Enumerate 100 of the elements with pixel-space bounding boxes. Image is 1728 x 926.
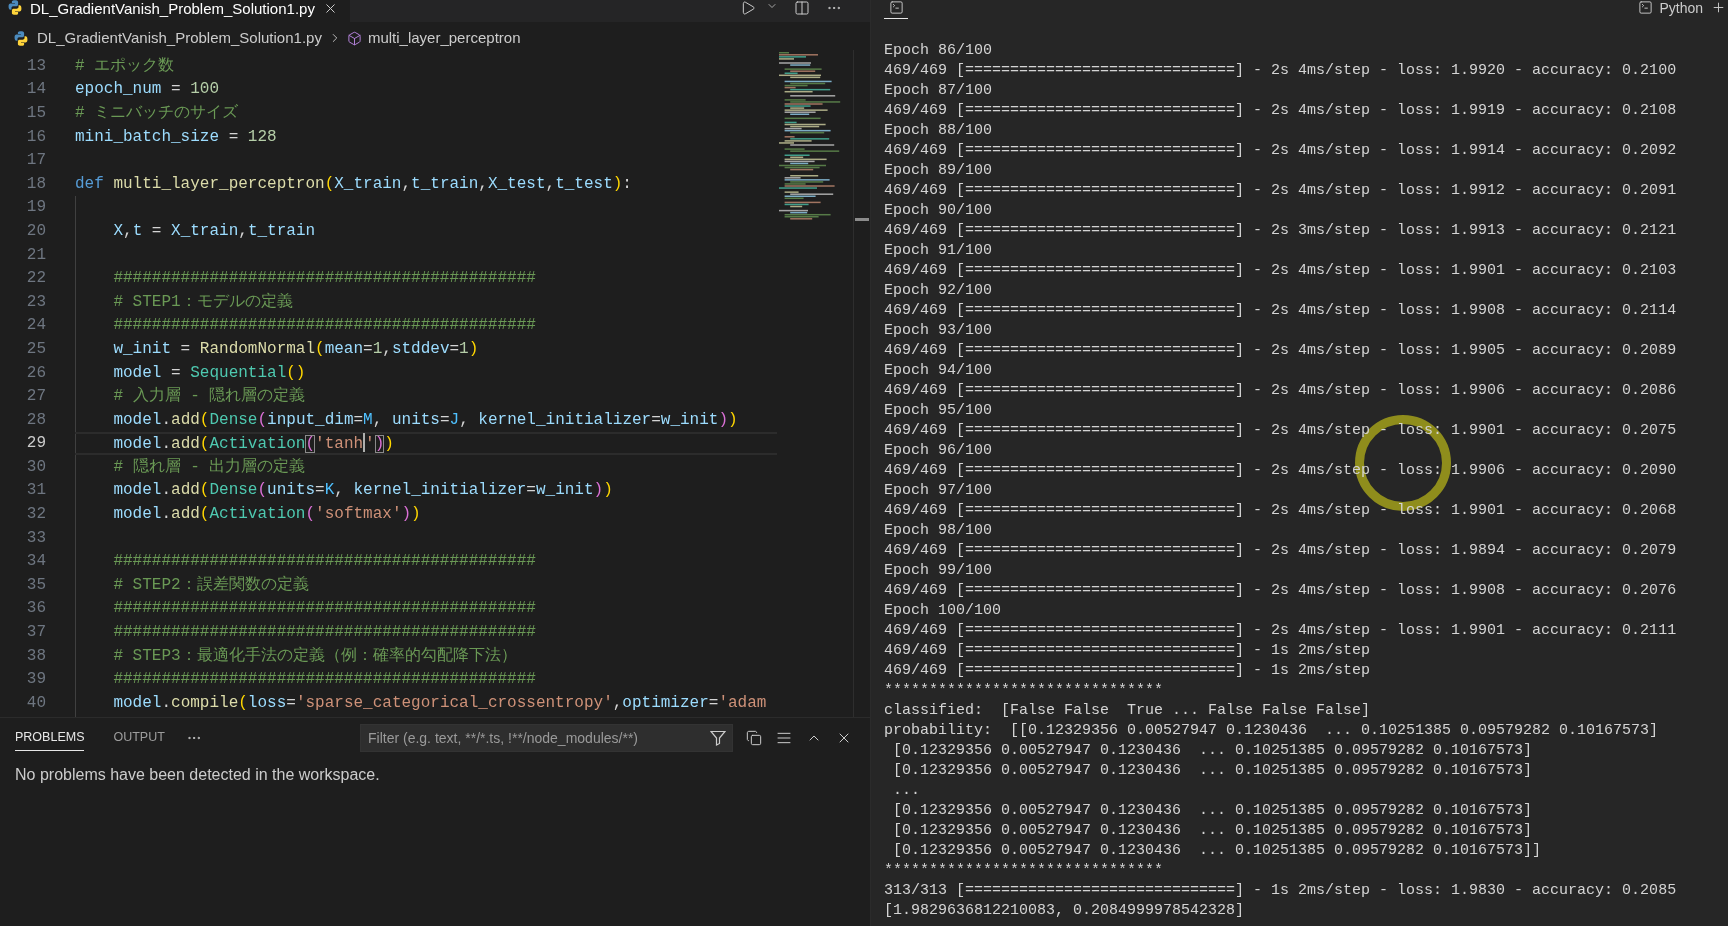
line-number: 17 — [26, 150, 46, 171]
terminal-line: 469/469 [==============================] - 2s 4ms/step - loss: 1.9901 - accuracy: 0.2103 — [884, 261, 1677, 281]
terminal-profile-button[interactable]: Python — [1638, 0, 1703, 16]
code-line: # STEP1：モデルの定義 — [112, 291, 293, 312]
code-line: # ミニバッチのサイズ — [75, 103, 239, 123]
line-number: 24 — [26, 315, 46, 336]
terminal-line: 469/469 [==============================] - 2s 4ms/step - loss: 1.9894 - accuracy: 0.2079 — [884, 541, 1677, 561]
line-number: 23 — [26, 291, 46, 312]
python-file-icon — [14, 30, 28, 46]
line-number: 35 — [26, 574, 46, 595]
code-line: # 入力層 - 隠れ層の定義 — [112, 386, 306, 407]
code-line: ############################################ — [112, 551, 536, 572]
editor-tab[interactable]: DL_GradientVanish_Problem_Solution1.py — [0, 0, 350, 22]
line-number: 32 — [26, 504, 46, 525]
line-number: 22 — [26, 268, 46, 289]
terminal-line: Epoch 89/100 — [884, 161, 993, 181]
terminal-line: [0.12329356 0.00527947 0.1230436 ... 0.10251385 0.09579282 0.10167573] — [892, 801, 1533, 821]
code-line: model.add(Activation('softmax')) — [112, 504, 421, 525]
terminal-line: 469/469 [==============================] - 2s 4ms/step - loss: 1.9901 - accuracy: 0.2068 — [884, 501, 1677, 521]
terminal-line: Epoch 94/100 — [884, 361, 993, 381]
line-number: 14 — [26, 79, 46, 100]
breadcrumb-item[interactable]: DL_GradientVanish_Problem_Solution1.py — [37, 29, 322, 47]
terminal-line: Epoch 100/100 — [884, 601, 1002, 621]
terminal-line: Epoch 96/100 — [884, 441, 993, 461]
panel-tab[interactable]: PROBLEMS — [15, 725, 85, 751]
terminal-line: 469/469 [==============================] - 2s 4ms/step - loss: 1.9914 - accuracy: 0.2092 — [884, 141, 1677, 161]
terminal-line: 469/469 [==============================] - 2s 4ms/step - loss: 1.9905 - accuracy: 0.2089 — [884, 341, 1677, 361]
line-number: 16 — [26, 126, 46, 147]
terminal-line: Epoch 88/100 — [884, 121, 993, 141]
add-icon[interactable] — [1711, 0, 1726, 15]
panel-tab[interactable]: OUTPUT — [113, 725, 165, 751]
code-line: ############################################ — [112, 622, 536, 643]
filter-field[interactable]: Filter (e.g. text, **/*.ts, !**/node_modules/**) — [360, 724, 733, 752]
terminal-tab[interactable] — [884, 0, 908, 19]
python-file-icon — [8, 0, 22, 15]
line-number: 30 — [26, 456, 46, 477]
terminal-line: 469/469 [==============================] - 2s 4ms/step - loss: 1.9919 - accuracy: 0.2108 — [884, 101, 1677, 121]
terminal-line: probability: [[0.12329356 0.00527947 0.1230436 ... 0.10251385 0.09579282 0.10167573] — [884, 721, 1659, 741]
line-number: 38 — [26, 645, 46, 666]
terminal-line: 313/313 [==============================] - 1s 2ms/step - loss: 1.9830 - accuracy: 0.2085 — [884, 881, 1677, 901]
code-line: model.compile(loss='sparse_categorical_crossentropy',optimizer='adam — [112, 692, 767, 713]
scroll-marker-icon — [855, 218, 869, 221]
line-number: 29 — [26, 433, 46, 454]
terminal-line: classified: [False False True ... False False False] — [884, 701, 1371, 721]
list-icon[interactable] — [776, 730, 792, 746]
overlapping-squares-icon[interactable] — [746, 730, 762, 746]
line-number: 21 — [26, 244, 46, 265]
line-number: 20 — [26, 220, 46, 241]
terminal-line: [0.12329356 0.00527947 0.1230436 ... 0.10251385 0.09579282 0.10167573]] — [892, 841, 1542, 861]
code-line: X,t = X_train,t_train — [112, 220, 316, 241]
empty-state-message: No problems have been detected in the workspace. — [15, 765, 380, 785]
terminal-line: Epoch 97/100 — [884, 481, 993, 501]
line-number: 34 — [26, 551, 46, 572]
split-view-icon[interactable] — [794, 0, 810, 16]
code-line: ############################################ — [112, 669, 536, 690]
code-line: mini_batch_size = 128 — [75, 126, 277, 147]
terminal-line: 469/469 [==============================] - 2s 4ms/step - loss: 1.9901 - accuracy: 0.2111 — [884, 621, 1677, 641]
line-number: 36 — [26, 598, 46, 619]
terminal-line: [0.12329356 0.00527947 0.1230436 ... 0.10251385 0.09579282 0.10167573] — [892, 761, 1533, 781]
terminal-line: 469/469 [==============================] - 2s 4ms/step - loss: 1.9912 - accuracy: 0.2091 — [884, 181, 1677, 201]
code-line: # STEP3：最適化手法の定義（例：確率的勾配降下法） — [112, 645, 517, 666]
code-line: epoch_num = 100 — [75, 79, 220, 100]
code-line: # エポック数 — [75, 55, 175, 76]
line-number: 37 — [26, 622, 46, 643]
line-number: 33 — [26, 527, 46, 548]
filter-icon[interactable] — [710, 730, 726, 746]
code-line: model.add(Dense(input_dim=M, units=J, kernel_initializer=w_init)) — [112, 409, 738, 430]
terminal-line: 469/469 [==============================] - 2s 3ms/step - loss: 1.9913 - accuracy: 0.2121 — [884, 221, 1677, 241]
code-line: # STEP2：誤差関数の定義 — [112, 574, 309, 595]
terminal-line: 469/469 [==============================] - 2s 4ms/step - loss: 1.9908 - accuracy: 0.2114 — [884, 301, 1677, 321]
code-line: model.add(Dense(units=K, kernel_initializer=w_init)) — [112, 480, 613, 501]
line-number: 28 — [26, 409, 46, 430]
terminal-line: Epoch 99/100 — [884, 561, 993, 581]
terminal-line: Epoch 92/100 — [884, 281, 993, 301]
terminal-line: ... — [892, 781, 920, 801]
terminal-icon — [888, 0, 904, 15]
code-line: model.add(Activation('tanh')) — [112, 432, 394, 454]
code-line: model = Sequential() — [112, 362, 306, 383]
terminal-line: Epoch 98/100 — [884, 521, 993, 541]
line-number: 18 — [26, 173, 46, 194]
code-line: ############################################ — [112, 598, 536, 619]
breadcrumb-item[interactable]: multi_layer_perceptron — [367, 29, 521, 47]
terminal-line: 469/469 [==============================] - 2s 4ms/step - loss: 1.9908 - accuracy: 0.2076 — [884, 581, 1677, 601]
terminal-icon — [1638, 0, 1654, 15]
terminal-line: 469/469 [==============================] - 1s 2ms/step — [884, 641, 1371, 661]
play-icon[interactable] — [740, 0, 756, 16]
line-number: 31 — [26, 480, 46, 501]
terminal-line: Epoch 86/100 — [884, 41, 993, 61]
line-number: 27 — [26, 386, 46, 407]
terminal-line: ******************************* — [884, 861, 1164, 881]
terminal-line: [0.12329356 0.00527947 0.1230436 ... 0.10251385 0.09579282 0.10167573] — [892, 821, 1533, 841]
code-line: ############################################ — [112, 268, 536, 289]
line-number: 19 — [26, 197, 46, 218]
terminal-line: Epoch 95/100 — [884, 401, 993, 421]
cube-icon — [346, 30, 362, 46]
terminal-line: Epoch 87/100 — [884, 81, 993, 101]
line-number: 26 — [26, 362, 46, 383]
code-line: def multi_layer_perceptron(X_train,t_train,X_test,t_test): — [75, 173, 632, 194]
code-line: ############################################ — [112, 315, 536, 336]
terminal-line: 469/469 [==============================] - 2s 4ms/step - loss: 1.9920 - accuracy: 0.2100 — [884, 61, 1677, 81]
